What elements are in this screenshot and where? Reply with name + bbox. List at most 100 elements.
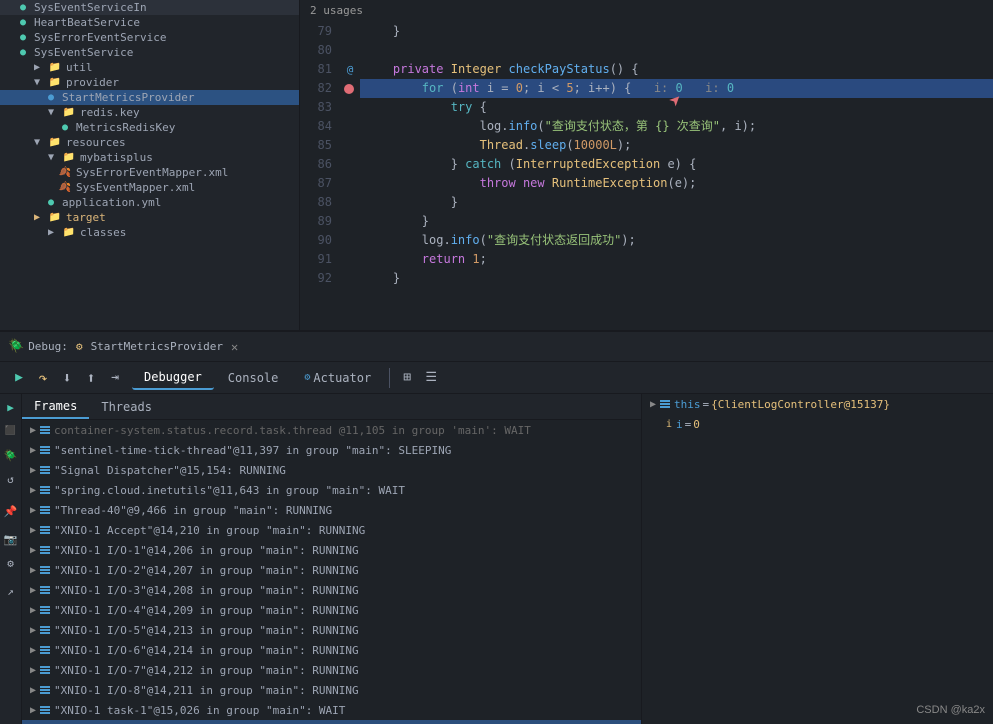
debug-tab-label: StartMetricsProvider xyxy=(91,340,223,353)
usages-label: 2 usages xyxy=(300,0,993,20)
settings-side-icon[interactable]: ⚙ xyxy=(2,554,20,572)
frames-list: ▶ container-system.status.record.task.th… xyxy=(22,420,641,724)
expand-icon: ▶ xyxy=(30,465,36,476)
play-side-icon[interactable]: ▶ xyxy=(2,398,20,416)
expand-icon: ▶ xyxy=(30,605,36,616)
expand-icon: ▶ xyxy=(30,665,36,676)
frame-item-spring-cloud[interactable]: ▶ "spring.cloud.inetutils"@11,643 in gro… xyxy=(22,480,641,500)
xml-icon: 🍂 xyxy=(58,167,72,178)
frame-item-xnio-io4[interactable]: ▶ "XNIO-1 I/O-4"@14,209 in group "main":… xyxy=(22,600,641,620)
frame-item-sentinel[interactable]: ▶ "sentinel-time-tick-thread"@11,397 in … xyxy=(22,440,641,460)
frame-item-xnio-io2[interactable]: ▶ "XNIO-1 I/O-2"@14,207 in group "main":… xyxy=(22,560,641,580)
layout-grid-button[interactable]: ⊞ xyxy=(396,367,418,389)
tab-actuator[interactable]: ⚙Actuator xyxy=(292,367,383,389)
gutter-89[interactable] xyxy=(340,212,360,231)
var-item-i[interactable]: i i = 0 xyxy=(642,414,993,434)
rerun-side-icon[interactable]: ↺ xyxy=(2,470,20,488)
tab-frames[interactable]: Frames xyxy=(22,394,89,419)
gutter-86[interactable] xyxy=(340,155,360,174)
step-into-button[interactable]: ⬇ xyxy=(56,367,78,389)
gutter-84[interactable] xyxy=(340,117,360,136)
gutter-83[interactable] xyxy=(340,98,360,117)
chevron-down-icon: ▼ xyxy=(30,77,44,88)
debug-side-btn[interactable]: 🪲 xyxy=(2,446,20,464)
class-icon: ● xyxy=(16,17,30,28)
tree-item-provider[interactable]: ▼ 📁 provider xyxy=(0,75,299,90)
frame-item-xnio-io7[interactable]: ▶ "XNIO-1 I/O-7"@14,212 in group "main":… xyxy=(22,660,641,680)
variables-panel: ▶ this = {ClientLogController@15137} i i… xyxy=(642,394,993,724)
frame-lines-icon xyxy=(40,426,50,434)
tab-debugger[interactable]: Debugger xyxy=(132,366,214,390)
camera-icon[interactable]: 📷 xyxy=(2,530,20,548)
frame-lines-icon xyxy=(40,566,50,574)
chevron-down-icon: ▼ xyxy=(44,152,58,163)
gutter-92[interactable] xyxy=(340,269,360,288)
frame-item-xnio-accept[interactable]: ▶ "XNIO-1 Accept"@14,210 in group "main"… xyxy=(22,520,641,540)
gutter-81[interactable]: @ xyxy=(340,60,360,79)
frames-tabs: Frames Threads xyxy=(22,394,641,420)
frame-item-xnio-io5[interactable]: ▶ "XNIO-1 I/O-5"@14,213 in group "main":… xyxy=(22,620,641,640)
tree-item-util[interactable]: ▶ 📁 util xyxy=(0,60,299,75)
frame-item-xnio-io8[interactable]: ▶ "XNIO-1 I/O-8"@14,211 in group "main":… xyxy=(22,680,641,700)
pin-icon[interactable]: 📌 xyxy=(2,502,20,520)
frame-lines-icon xyxy=(40,686,50,694)
frame-item-xnio-task1[interactable]: ▶ "XNIO-1 task-1"@15,026 in group "main"… xyxy=(22,700,641,720)
tree-item-mybatisplus[interactable]: ▼ 📁 mybatisplus xyxy=(0,150,299,165)
tree-item-sys-event-service[interactable]: ● SysEventService xyxy=(0,45,299,60)
code-line-79: } xyxy=(360,22,993,41)
tree-item-start-metrics-provider[interactable]: ● StartMetricsProvider xyxy=(0,90,299,105)
frame-item-xnio-task2[interactable]: ▶ "XNIO-1 task-2"@18,139 in group "main"… xyxy=(22,720,641,724)
code-line-86: } catch ( InterruptedException e) { xyxy=(360,155,993,174)
tree-label: resources xyxy=(66,136,126,149)
chevron-right-icon: ▶ xyxy=(30,212,44,223)
gutter-87[interactable] xyxy=(340,174,360,193)
tab-threads[interactable]: Threads xyxy=(89,394,164,419)
frame-item-xnio-io6[interactable]: ▶ "XNIO-1 I/O-6"@14,214 in group "main":… xyxy=(22,640,641,660)
tree-label: redis.key xyxy=(80,106,140,119)
step-out-button[interactable]: ⬆ xyxy=(80,367,102,389)
tree-item-sys-event-service-in[interactable]: ● SysEventServiceIn xyxy=(0,0,299,15)
gutter-85[interactable] xyxy=(340,136,360,155)
gutter-82-breakpoint[interactable] xyxy=(340,79,360,98)
tree-item-redis-key[interactable]: ▼ 📁 redis.key xyxy=(0,105,299,120)
gutter-88[interactable] xyxy=(340,193,360,212)
extend-icon[interactable]: ↗ xyxy=(2,582,20,600)
stop-side-icon[interactable]: ⬛ xyxy=(2,422,20,440)
interface-icon: ● xyxy=(16,2,30,13)
layout-list-button[interactable]: ☰ xyxy=(420,367,442,389)
frame-item-0[interactable]: ▶ container-system.status.record.task.th… xyxy=(22,420,641,440)
gutter-80[interactable] xyxy=(340,41,360,60)
code-line-89: } xyxy=(360,212,993,231)
expand-icon: ▶ xyxy=(30,565,36,576)
tree-item-sys-error-event-mapper[interactable]: 🍂 SysErrorEventMapper.xml xyxy=(0,165,299,180)
debug-side-icons: ▶ ⬛ 🪲 ↺ 📌 📷 ⚙ ↗ xyxy=(0,394,22,724)
tree-item-metrics-redis-key[interactable]: ● MetricsRedisKey xyxy=(0,120,299,135)
debug-close-button[interactable]: ✕ xyxy=(231,340,238,354)
xml-icon: 🍂 xyxy=(58,182,72,193)
frame-item-xnio-io3[interactable]: ▶ "XNIO-1 I/O-3"@14,208 in group "main":… xyxy=(22,580,641,600)
step-over-button[interactable]: ↷ xyxy=(32,367,54,389)
gutter-90[interactable] xyxy=(340,231,360,250)
line-numbers: 79 80 81 82 83 84 85 86 87 88 89 90 91 9… xyxy=(300,20,340,330)
var-item-this[interactable]: ▶ this = {ClientLogController@15137} xyxy=(642,394,993,414)
debug-icon: 🪲 xyxy=(8,339,24,354)
tree-item-target[interactable]: ▶ 📁 target xyxy=(0,210,299,225)
gutter-91[interactable] xyxy=(340,250,360,269)
tree-item-heart-beat-service[interactable]: ● HeartBeatService xyxy=(0,15,299,30)
code-line-81: private Integer checkPayStatus () { xyxy=(360,60,993,79)
gutter-79[interactable] xyxy=(340,22,360,41)
tree-item-application-yml[interactable]: ● application.yml xyxy=(0,195,299,210)
tree-item-resources[interactable]: ▼ 📁 resources xyxy=(0,135,299,150)
tree-item-sys-event-mapper[interactable]: 🍂 SysEventMapper.xml xyxy=(0,180,299,195)
frame-item-signal[interactable]: ▶ "Signal Dispatcher"@15,154: RUNNING xyxy=(22,460,641,480)
frame-item-xnio-io1[interactable]: ▶ "XNIO-1 I/O-1"@14,206 in group "main":… xyxy=(22,540,641,560)
tree-item-sys-error-event-service[interactable]: ● SysErrorEventService xyxy=(0,30,299,45)
folder-icon: 📁 xyxy=(48,212,62,223)
file-tree: ● SysEventServiceIn ● HeartBeatService ●… xyxy=(0,0,300,330)
tab-console[interactable]: Console xyxy=(216,367,291,389)
frame-item-thread40[interactable]: ▶ "Thread-40"@9,466 in group "main": RUN… xyxy=(22,500,641,520)
resume-button[interactable]: ▶ xyxy=(8,367,30,389)
run-to-cursor-button[interactable]: ⇥ xyxy=(104,367,126,389)
frame-lines-icon xyxy=(40,486,50,494)
tree-item-classes[interactable]: ▶ 📁 classes xyxy=(0,225,299,240)
